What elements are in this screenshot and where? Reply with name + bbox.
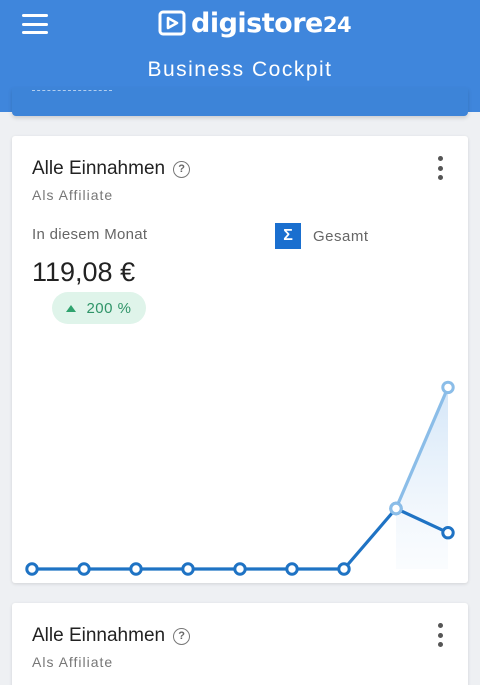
card-title: Alle Einnahmen ? xyxy=(32,625,191,647)
data-point-s1-8 xyxy=(441,380,455,395)
brand-logo: digistore24 xyxy=(157,6,352,40)
card-subtitle: Als Affiliate xyxy=(32,654,114,670)
card-title: Alle Einnahmen ? xyxy=(32,158,191,180)
data-point-s0-0 xyxy=(25,562,39,576)
total-selector[interactable]: Σ Gesamt xyxy=(275,223,369,249)
data-point-s0-8 xyxy=(441,526,455,540)
play-box-icon xyxy=(158,10,186,36)
sigma-icon: Σ xyxy=(275,223,301,249)
help-icon[interactable]: ? xyxy=(173,160,191,178)
earnings-card-2: Alle Einnahmen ? Als Affiliate xyxy=(12,603,468,685)
change-badge: 200 % xyxy=(52,292,146,324)
data-point-s0-3 xyxy=(181,562,195,576)
data-point-s0-1 xyxy=(77,562,91,576)
data-point-s0-2 xyxy=(129,562,143,576)
change-value: 200 % xyxy=(86,299,132,317)
earnings-card: Alle Einnahmen ? Als Affiliate In diesem… xyxy=(12,136,468,583)
brand-name: digistore24 xyxy=(191,7,352,39)
data-point-s0-5 xyxy=(285,562,299,576)
chart-area-fill xyxy=(396,387,448,569)
page-title: Business Cockpit xyxy=(147,58,333,81)
hamburger-menu-icon[interactable] xyxy=(22,12,48,36)
arrow-up-icon xyxy=(66,304,77,312)
earnings-amount: 119,08 € xyxy=(32,257,136,287)
series-line-0 xyxy=(32,506,449,571)
data-point-s1-7 xyxy=(389,501,403,516)
more-options-icon[interactable] xyxy=(436,623,444,647)
data-point-s0-4 xyxy=(233,562,247,576)
period-label: In diesem Monat xyxy=(32,226,148,243)
help-icon[interactable]: ? xyxy=(173,627,191,645)
collapsed-card[interactable] xyxy=(12,88,468,116)
card-title-text: Alle Einnahmen xyxy=(32,158,166,179)
earnings-line-chart xyxy=(25,380,455,576)
data-point-s0-6 xyxy=(337,562,351,576)
card-title-text: Alle Einnahmen xyxy=(32,625,166,646)
total-label: Gesamt xyxy=(313,227,369,245)
more-options-icon[interactable] xyxy=(436,156,444,180)
card-subtitle: Als Affiliate xyxy=(32,187,114,203)
